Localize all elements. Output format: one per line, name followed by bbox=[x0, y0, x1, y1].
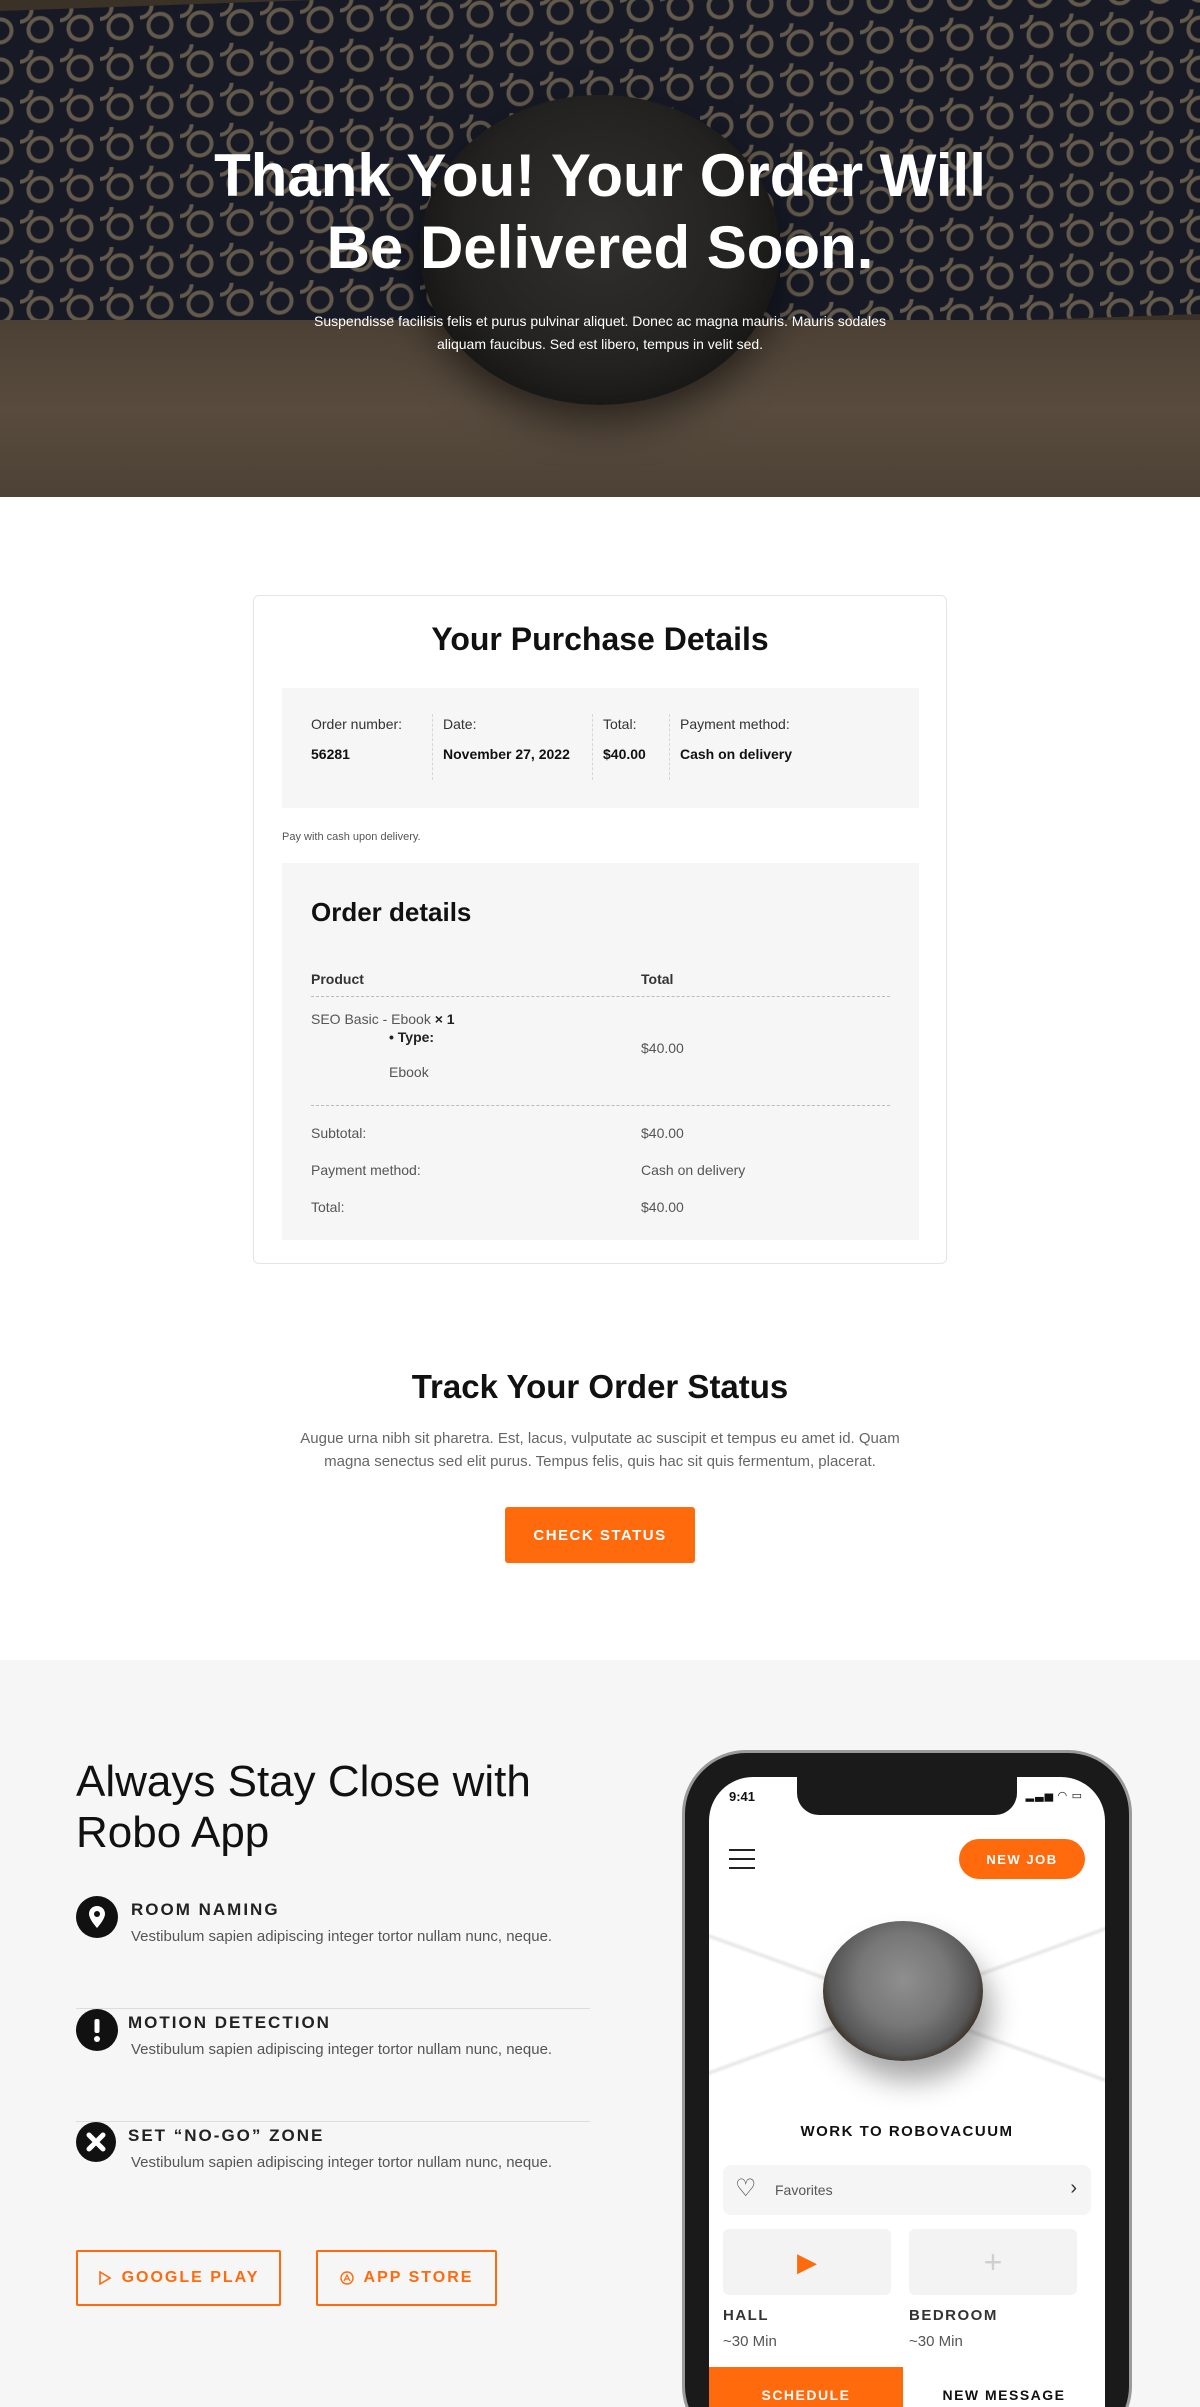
app-store-label: APP STORE bbox=[363, 2269, 474, 2286]
bedroom-label: BEDROOM bbox=[909, 2307, 998, 2324]
product-link[interactable]: SEO Basic - Ebook bbox=[311, 1011, 431, 1027]
x-icon bbox=[76, 2122, 116, 2162]
order-number-label: Order number: bbox=[311, 716, 403, 732]
hero-title: Thank You! Your Order Will Be Delivered … bbox=[0, 140, 1200, 284]
payment-method-row-value: Cash on delivery bbox=[641, 1162, 746, 1178]
work-title: WORK TO ROBOVACUUM bbox=[800, 2123, 1014, 2140]
payment-note: Pay with cash upon delivery. bbox=[282, 831, 421, 843]
google-play-label: GOOGLE PLAY bbox=[121, 2269, 260, 2286]
favorites-row[interactable]: ♡ Favorites › bbox=[723, 2165, 1091, 2215]
purchase-details-title: Your Purchase Details bbox=[431, 621, 769, 657]
check-status-button[interactable]: CHECK STATUS bbox=[505, 1507, 695, 1563]
hero-banner: Thank You! Your Order Will Be Delivered … bbox=[0, 0, 1200, 497]
total-row-label: Total: bbox=[311, 1199, 345, 1215]
hero-title-line1: Thank You! Your Order Will bbox=[214, 142, 986, 209]
order-details-header: Product Total bbox=[311, 971, 890, 997]
order-date-value: November 27, 2022 bbox=[443, 746, 570, 762]
chevron-right-icon: › bbox=[1070, 2177, 1077, 2199]
robot-vacuum-image bbox=[709, 1897, 1105, 2112]
hero-title-line2: Be Delivered Soon. bbox=[326, 214, 874, 281]
product-meta: • Type: bbox=[389, 1029, 434, 1045]
payment-method-row-label: Payment method: bbox=[311, 1162, 421, 1178]
subtotal-label: Subtotal: bbox=[311, 1125, 367, 1141]
order-date-field: Date: November 27, 2022 bbox=[432, 714, 592, 780]
bullet-icon: • bbox=[389, 1029, 394, 1045]
hall-label: HALL bbox=[723, 2307, 769, 2324]
product-cell: SEO Basic - Ebook × 1 bbox=[311, 1011, 455, 1027]
phone-notch bbox=[797, 1777, 1017, 1815]
hero-subtitle-line2: aliquam faucibus. Sed est libero, tempus… bbox=[436, 336, 764, 352]
product-total: $40.00 bbox=[641, 1040, 684, 1056]
feature-room-naming: ROOM NAMING Vestibulum sapien adipiscing… bbox=[76, 1896, 590, 2009]
payment-method-label: Payment method: bbox=[680, 716, 790, 732]
order-total-value: $40.00 bbox=[603, 746, 646, 762]
new-message-tab[interactable]: NEW MESSAGE bbox=[903, 2367, 1105, 2407]
order-details-divider bbox=[311, 1105, 890, 1106]
table-row: SEO Basic - Ebook × 1 • Type: Ebook $40.… bbox=[311, 1011, 890, 1096]
order-summary: Order number: 56281 Date: November 27, 2… bbox=[282, 688, 919, 808]
track-order-text: Augue urna nibh sit pharetra. Est, lacus… bbox=[290, 1427, 910, 1473]
app-store-icon bbox=[339, 2271, 354, 2285]
purchase-details-card: Your Purchase Details Order number: 5628… bbox=[253, 595, 947, 1264]
menu-icon[interactable] bbox=[729, 1849, 755, 1869]
product-meta-label: Type: bbox=[397, 1029, 435, 1045]
app-title-line2: Robo App bbox=[76, 1808, 270, 1857]
subtotal-value: $40.00 bbox=[641, 1125, 684, 1141]
bedroom-duration: ~30 Min bbox=[909, 2333, 963, 2350]
order-details-panel: Order details Product Total SEO Basic - … bbox=[282, 863, 919, 1240]
new-job-button[interactable]: NEW JOB bbox=[959, 1839, 1085, 1879]
schedule-tab[interactable]: SCHEDULE bbox=[709, 2367, 903, 2407]
hall-tile[interactable]: ▶ bbox=[723, 2229, 891, 2295]
plus-icon: + bbox=[983, 2244, 1003, 2280]
hero-subtitle: Suspendisse facilisis felis et purus pul… bbox=[280, 310, 920, 356]
map-pin-icon bbox=[76, 1896, 118, 1938]
column-product: Product bbox=[311, 971, 364, 987]
hero-subtitle-line1: Suspendisse facilisis felis et purus pul… bbox=[314, 313, 886, 329]
order-total-field: Total: $40.00 bbox=[592, 714, 669, 780]
track-order-title: Track Your Order Status bbox=[411, 1368, 789, 1405]
favorites-label: Favorites bbox=[775, 2182, 833, 2198]
feature-motion-detection: MOTION DETECTION Vestibulum sapien adipi… bbox=[76, 2009, 590, 2122]
column-total: Total bbox=[641, 971, 674, 987]
robo-app-section: Always Stay Close with Robo App ROOM NAM… bbox=[0, 1660, 1200, 2407]
feature-title: MOTION DETECTION bbox=[128, 2013, 331, 2032]
payment-method-value: Cash on delivery bbox=[680, 746, 793, 762]
product-meta-value: Ebook bbox=[389, 1064, 429, 1080]
app-section-title: Always Stay Close with Robo App bbox=[76, 1756, 596, 1858]
product-quantity: × 1 bbox=[434, 1011, 455, 1027]
payment-method-field: Payment method: Cash on delivery bbox=[669, 714, 829, 780]
order-date-label: Date: bbox=[443, 716, 477, 732]
google-play-button[interactable]: GOOGLE PLAY bbox=[76, 2250, 281, 2306]
feature-title: ROOM NAMING bbox=[131, 1900, 280, 1919]
order-number-value: 56281 bbox=[311, 746, 350, 762]
feature-title: SET “NO-GO” ZONE bbox=[128, 2126, 325, 2145]
play-icon: ▶ bbox=[797, 2247, 817, 2277]
phone-screen: 9:41 ▂▃▅ ◠ ▭ NEW JOB WORK TO ROBOVACUUM … bbox=[709, 1777, 1105, 2407]
phone-time: 9:41 bbox=[729, 1789, 756, 1804]
app-store-button[interactable]: APP STORE bbox=[316, 2250, 497, 2306]
phone-mockup: 9:41 ▂▃▅ ◠ ▭ NEW JOB WORK TO ROBOVACUUM … bbox=[682, 1750, 1132, 2407]
feature-text: Vestibulum sapien adipiscing integer tor… bbox=[131, 2041, 553, 2058]
heart-icon: ♡ bbox=[735, 2175, 757, 2202]
track-order-text-line1: Augue urna nibh sit pharetra. Est, lacus… bbox=[300, 1430, 900, 1447]
feature-no-go-zone: SET “NO-GO” ZONE Vestibulum sapien adipi… bbox=[76, 2122, 590, 2182]
play-store-icon bbox=[98, 2271, 112, 2285]
exclamation-icon bbox=[76, 2009, 118, 2051]
feature-text: Vestibulum sapien adipiscing integer tor… bbox=[131, 1928, 553, 1945]
track-order-text-line2: magna senectus sed elit purus. Tempus fe… bbox=[324, 1453, 876, 1470]
bedroom-tile[interactable]: + bbox=[909, 2229, 1077, 2295]
total-row-value: $40.00 bbox=[641, 1199, 684, 1215]
signal-wifi-battery-icon: ▂▃▅ ◠ ▭ bbox=[1025, 1790, 1083, 1802]
hall-duration: ~30 Min bbox=[723, 2333, 777, 2350]
order-total-label: Total: bbox=[603, 716, 637, 732]
app-title-line1: Always Stay Close with bbox=[76, 1757, 531, 1806]
feature-text: Vestibulum sapien adipiscing integer tor… bbox=[131, 2154, 553, 2171]
order-details-title: Order details bbox=[311, 897, 472, 927]
order-number-field: Order number: 56281 bbox=[311, 714, 432, 780]
